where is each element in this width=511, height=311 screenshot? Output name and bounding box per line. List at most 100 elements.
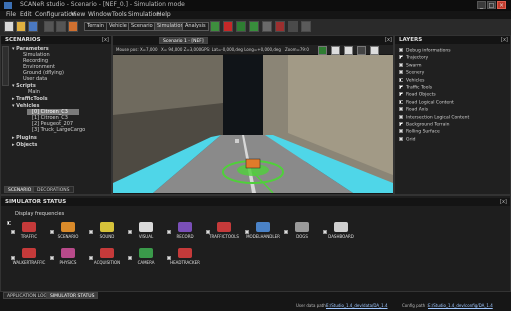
tree-plugins[interactable]: ▸ Plugins [12,135,37,141]
layer-checkbox[interactable] [399,48,403,52]
view-tool-1-icon[interactable] [318,46,327,55]
module-checkbox-dashboard[interactable] [323,230,327,234]
tree-vehicle-3[interactable]: [3] Truck_LargeCargo [32,127,85,133]
mode-scenario-button[interactable]: Scenario [128,22,156,31]
simulator-status-close-icon[interactable]: [x] [500,199,507,205]
step-icon[interactable] [249,21,259,32]
menu-configuration[interactable]: Configuration [35,11,76,19]
stop-icon[interactable] [223,21,233,32]
layer-checkbox[interactable] [399,114,403,119]
module-traffictools-icon[interactable] [217,222,231,232]
module-checkbox-traffic[interactable] [11,230,15,234]
layer-item-road-axis[interactable]: Road Axis [399,107,428,114]
tab-simulator-status[interactable]: SIMULATOR STATUS [46,292,99,299]
module-checkbox-scenario[interactable] [50,230,54,234]
save-icon[interactable] [28,21,38,32]
layer-item-scenery[interactable]: Scenery [399,70,424,77]
play-icon[interactable] [210,21,220,32]
tab-decorations[interactable]: DECORATIONS [33,186,74,193]
layer-item-road-logical-content[interactable]: Road Logical Content [399,99,454,107]
tab-scenario[interactable]: SCENARIO [4,186,36,193]
layer-checkbox[interactable] [399,99,403,104]
record-icon[interactable] [275,21,285,32]
layer-checkbox[interactable] [399,136,403,141]
menu-window[interactable]: Window [88,11,112,19]
layer-item-rolling-surface[interactable]: Rolling Surface [399,129,440,136]
settings-icon[interactable] [301,21,311,32]
module-checkbox-sound[interactable] [89,230,93,234]
layer-checkbox[interactable] [399,122,403,126]
3d-scene[interactable] [113,55,393,193]
layer-checkbox[interactable] [399,62,403,67]
close-button[interactable]: × [497,1,506,9]
redo-icon[interactable] [56,21,66,32]
tree-main[interactable]: Main [28,89,40,95]
module-visual-icon[interactable] [139,222,153,232]
layer-checkbox[interactable] [399,107,403,112]
module-checkbox-visual[interactable] [128,230,132,234]
orange-tool-icon[interactable] [68,21,78,32]
layer-checkbox[interactable] [399,92,403,97]
layer-checkbox[interactable] [399,129,403,134]
module-headtracker-icon[interactable] [178,248,192,258]
menu-edit[interactable]: Edit [20,11,32,19]
layer-item-intersection-logical-content[interactable]: Intersection Logical Content [399,114,469,122]
sim-tool-icon[interactable] [262,21,272,32]
view-tool-2-icon[interactable] [331,46,340,55]
layer-checkbox[interactable] [399,70,403,75]
layer-checkbox[interactable] [399,85,403,89]
new-file-icon[interactable] [4,21,14,32]
undo-icon[interactable] [44,21,54,32]
module-physics-icon[interactable] [61,248,75,258]
tree-traffic-tools[interactable]: ▸ TrafficTools [12,96,48,102]
menu-tools[interactable]: Tools [112,11,127,19]
module-dogs-icon[interactable] [295,222,309,232]
tab-application-log[interactable]: APPLICATION LOG [3,292,52,299]
scenarios-panel-close-icon[interactable]: [x] [102,37,110,43]
view-tool-4-icon[interactable] [357,46,366,55]
layer-checkbox[interactable] [399,55,403,60]
module-acquisition-icon[interactable] [100,248,114,258]
layer-item-traffic-tools[interactable]: Traffic Tools [399,85,432,92]
menu-simulation[interactable]: Simulation [128,11,160,19]
mode-vehicle-button[interactable]: Vehicle [106,22,130,31]
monitor-icon[interactable] [288,21,298,32]
module-traffic-icon[interactable] [22,222,36,232]
menu-file[interactable]: File [6,11,16,19]
tree-objects[interactable]: ▸ Objects [12,142,37,148]
menu-view[interactable]: View [71,11,85,19]
module-modelhandler-icon[interactable] [256,222,270,232]
layer-item-grid[interactable]: Grid [399,136,415,144]
layer-item-trajectory[interactable]: Trajectory [399,55,428,62]
module-checkbox-acquisition[interactable] [89,256,93,260]
module-checkbox-camera[interactable] [128,256,132,260]
mode-terrain-button[interactable]: Terrain [84,22,107,31]
view-tool-5-icon[interactable] [370,46,379,55]
module-record-icon[interactable] [178,222,192,232]
module-scenario-icon[interactable] [61,222,75,232]
layer-item-vehicles[interactable]: Vehicles [399,77,424,85]
open-folder-icon[interactable] [16,21,26,32]
module-camera-icon[interactable] [139,248,153,258]
module-checkbox-record[interactable] [167,230,171,234]
scenario-side-tab[interactable] [2,46,9,86]
tree-user-data[interactable]: User data [23,76,47,82]
layer-item-road-objects[interactable]: Road Objects [399,92,436,99]
layer-item-debug-informations[interactable]: Debug informations [399,48,451,55]
viewport-close-icon[interactable]: [x] [385,37,392,43]
module-walkertraffic-icon[interactable] [22,248,36,258]
view-tool-3-icon[interactable] [344,46,353,55]
layer-item-background-terrain[interactable]: Background Terrain [399,122,450,129]
layer-item-swarm[interactable]: Swarm [399,62,421,70]
display-frequencies-checkbox[interactable] [7,212,14,231]
module-dashboard-icon[interactable] [334,222,348,232]
menu-help[interactable]: Help [157,11,171,19]
minimize-button[interactable]: _ [477,1,486,9]
mode-analysis-button[interactable]: Analysis [182,22,209,31]
module-checkbox-physics[interactable] [50,256,54,260]
maximize-button[interactable]: □ [487,1,496,9]
module-sound-icon[interactable] [100,222,114,232]
layer-checkbox[interactable] [399,77,403,82]
module-checkbox-dogs[interactable] [284,230,288,234]
pause-icon[interactable] [236,21,246,32]
